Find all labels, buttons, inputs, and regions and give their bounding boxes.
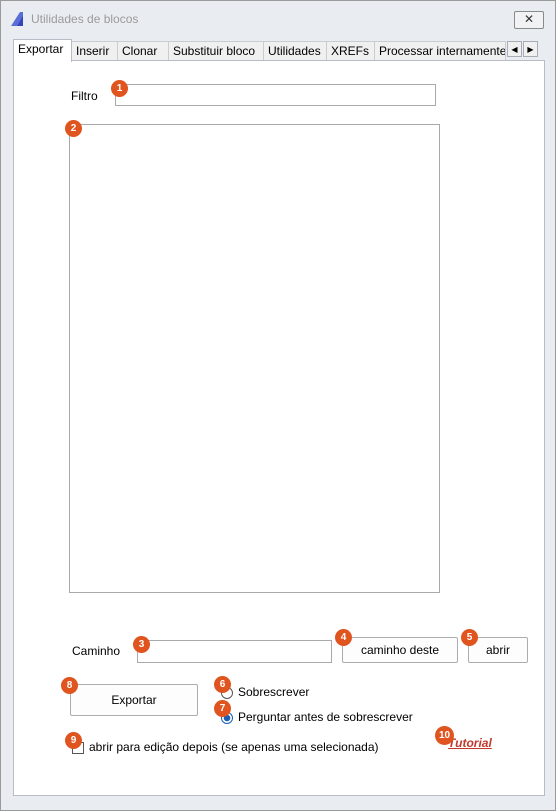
callout-badge-4: 4 bbox=[335, 629, 352, 646]
tab-substituir-bloco[interactable]: Substituir bloco bbox=[168, 41, 264, 60]
callout-badge-6: 6 bbox=[214, 676, 231, 693]
tab-xrefs[interactable]: XREFs bbox=[326, 41, 375, 60]
tab-exportar[interactable]: Exportar bbox=[13, 39, 72, 62]
close-button[interactable]: ✕ bbox=[514, 11, 544, 29]
export-button-label: Exportar bbox=[111, 693, 157, 707]
window-title: Utilidades de blocos bbox=[31, 12, 139, 26]
tutorial-link[interactable]: Tutorial bbox=[448, 736, 492, 750]
title-bar: Utilidades de blocos ✕ bbox=[1, 1, 555, 33]
tab-label: Substituir bloco bbox=[173, 44, 256, 58]
chevron-left-icon: ◀ bbox=[511, 45, 518, 54]
tab-scroll-right-button[interactable]: ▶ bbox=[523, 41, 538, 57]
tab-scroll-left-button[interactable]: ◀ bbox=[507, 41, 522, 57]
callout-badge-5: 5 bbox=[461, 629, 478, 646]
callout-badge-1: 1 bbox=[111, 80, 128, 97]
callout-badge-7: 7 bbox=[214, 700, 231, 717]
path-label: Caminho bbox=[72, 644, 121, 658]
tab-processar-internamente[interactable]: Processar internamente bbox=[374, 41, 506, 60]
callout-badge-3: 3 bbox=[133, 636, 150, 653]
tab-utilidades[interactable]: Utilidades bbox=[263, 41, 327, 60]
open-for-edit-label: abrir para edição depois (se apenas uma … bbox=[89, 740, 379, 754]
tab-bar: Exportar Inserir Clonar Substituir bloco… bbox=[13, 39, 543, 62]
export-tab-panel: Filtro 1 2 Caminho 3 caminho deste 4 abr… bbox=[13, 60, 545, 796]
block-list[interactable] bbox=[69, 124, 440, 593]
block-utilities-window: Utilidades de blocos ✕ Exportar Inserir … bbox=[0, 0, 556, 811]
filter-input[interactable] bbox=[115, 84, 436, 106]
tab-label: Processar internamente bbox=[379, 44, 506, 58]
tab-label: XREFs bbox=[331, 44, 370, 58]
ask-before-overwrite-label: Perguntar antes de sobrescrever bbox=[238, 710, 413, 724]
callout-badge-9: 9 bbox=[65, 732, 82, 749]
tab-label: Utilidades bbox=[268, 44, 321, 58]
callout-badge-10: 10 bbox=[435, 726, 454, 745]
chevron-right-icon: ▶ bbox=[527, 45, 534, 54]
export-button[interactable]: Exportar bbox=[70, 684, 198, 716]
tab-label: Clonar bbox=[122, 44, 158, 58]
path-input[interactable] bbox=[137, 640, 332, 663]
this-path-button-label: caminho deste bbox=[360, 643, 440, 657]
tab-clonar[interactable]: Clonar bbox=[117, 41, 169, 60]
overwrite-label: Sobrescrever bbox=[238, 685, 310, 699]
callout-badge-2: 2 bbox=[65, 120, 82, 137]
tab-label: Inserir bbox=[76, 44, 110, 58]
app-logo-icon bbox=[11, 12, 23, 26]
filter-label: Filtro bbox=[71, 89, 98, 103]
tab-label: Exportar bbox=[18, 42, 64, 56]
close-icon: ✕ bbox=[523, 12, 535, 26]
callout-badge-8: 8 bbox=[61, 677, 78, 694]
tab-inserir[interactable]: Inserir bbox=[71, 41, 118, 60]
this-path-button[interactable]: caminho deste bbox=[342, 637, 458, 663]
open-button-label: abrir bbox=[485, 643, 510, 657]
